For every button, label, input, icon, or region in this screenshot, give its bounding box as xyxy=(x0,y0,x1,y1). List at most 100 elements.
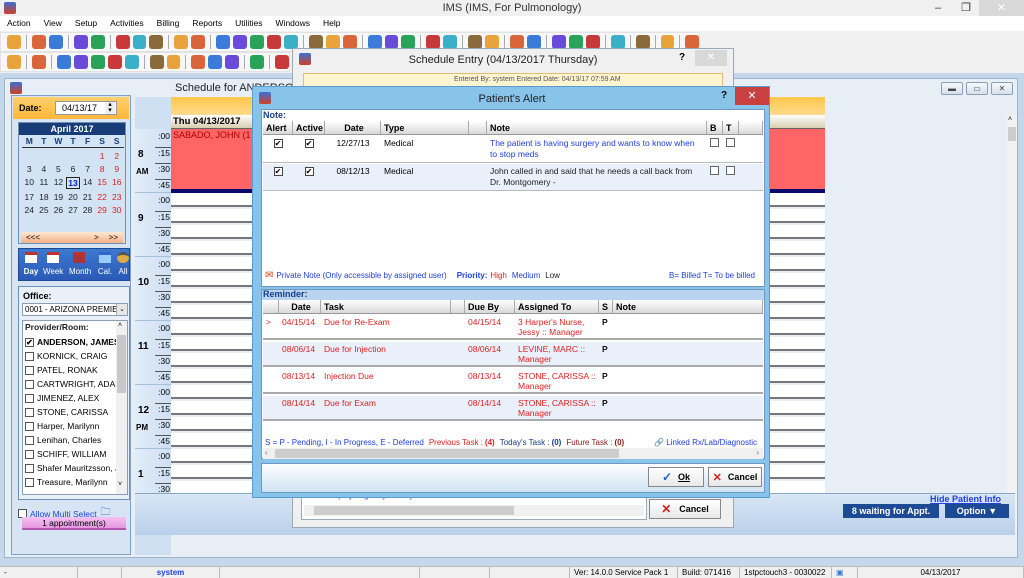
note-row[interactable]: ✔ ✔ 08/12/13 Medical John called in and said… xyxy=(263,164,763,191)
hide-patient-info-link[interactable]: Hide Patient Info xyxy=(930,494,1001,504)
to-be-billed-checkbox[interactable] xyxy=(726,166,735,175)
lab-result-icon[interactable] xyxy=(443,35,458,49)
cancel-button[interactable]: ✕ Cancel xyxy=(708,467,762,487)
view-week-button[interactable]: Week xyxy=(43,251,63,280)
calendar-day[interactable]: 30 xyxy=(109,205,124,215)
calendar-day[interactable]: 28 xyxy=(80,205,95,215)
previous-task-count[interactable]: (4) xyxy=(485,438,495,447)
calendar-day[interactable]: 12 xyxy=(51,177,66,189)
refresh-icon[interactable] xyxy=(191,55,206,69)
provider-checkbox[interactable] xyxy=(25,449,34,459)
col-note[interactable]: Note xyxy=(613,300,763,313)
menu-billing[interactable]: Billing xyxy=(150,16,186,31)
calendar-day[interactable]: 27 xyxy=(66,205,81,215)
image-icon[interactable] xyxy=(342,35,357,49)
provider-scroll-thumb[interactable] xyxy=(117,335,126,393)
active-checkbox[interactable]: ✔ xyxy=(304,167,314,176)
help-icon[interactable] xyxy=(250,55,265,69)
calendar-day[interactable]: 9 xyxy=(109,164,124,174)
col-date[interactable]: Date xyxy=(279,300,321,313)
help-icon[interactable] xyxy=(635,35,650,49)
billed-checkbox[interactable] xyxy=(710,138,719,147)
active-checkbox[interactable]: ✔ xyxy=(304,139,314,148)
provider-item[interactable]: SCHIFF, WILLIAM xyxy=(25,447,117,461)
calendar-day[interactable]: 21 xyxy=(80,192,95,202)
hscroll-thumb[interactable] xyxy=(314,506,514,515)
folder-icon[interactable] xyxy=(73,35,88,49)
provider-checkbox[interactable]: ✔ xyxy=(25,337,34,347)
calendar-day-selected[interactable]: 13 xyxy=(65,177,81,189)
note-icon[interactable] xyxy=(191,35,206,49)
billing-2-icon[interactable] xyxy=(233,35,248,49)
dialog-help-button[interactable]: ? xyxy=(721,90,727,101)
doc-icon[interactable] xyxy=(610,35,625,49)
calendar-day[interactable]: 14 xyxy=(80,177,95,189)
provider-checkbox[interactable] xyxy=(25,365,34,375)
view-all-button[interactable]: All xyxy=(115,251,131,280)
calendar-prev-year-button[interactable]: << xyxy=(26,232,35,243)
col-assigned-to[interactable]: Assigned To xyxy=(515,300,599,313)
office-select[interactable]: 0001 - ARIZONA PREMIER ⌄ xyxy=(22,303,128,316)
prev-icon[interactable] xyxy=(73,55,88,69)
calendar-day[interactable]: 4 xyxy=(37,164,52,174)
scroll-right-icon[interactable]: › xyxy=(756,448,759,457)
future-task-count[interactable]: (0) xyxy=(614,438,624,447)
schedule-entry-close-button[interactable]: ✕ xyxy=(695,50,727,66)
provider-checkbox[interactable] xyxy=(25,435,34,445)
provider-item[interactable]: Shafer Mauritzsson, Ja xyxy=(25,461,117,475)
col-active[interactable]: Active xyxy=(293,121,325,134)
schedule-entry-help-button[interactable]: ? xyxy=(679,52,685,63)
scanner-icon[interactable] xyxy=(31,55,46,69)
view-day-button[interactable]: Day xyxy=(21,251,41,280)
calendar-day[interactable]: 1 xyxy=(95,151,110,161)
provider-checkbox[interactable] xyxy=(25,421,34,431)
menu-setup[interactable]: Setup xyxy=(68,16,103,31)
fax-icon[interactable] xyxy=(367,35,382,49)
to-be-billed-checkbox[interactable] xyxy=(726,138,735,147)
close-button[interactable]: ✕ xyxy=(979,0,1024,16)
patient-card-icon[interactable] xyxy=(149,55,164,69)
mail-icon[interactable] xyxy=(384,35,399,49)
provider-checkbox[interactable] xyxy=(25,351,34,361)
calendar-day[interactable]: 18 xyxy=(37,192,52,202)
calendar-day[interactable]: 15 xyxy=(95,177,110,189)
clipboard-icon[interactable] xyxy=(166,55,181,69)
lab-order-icon[interactable] xyxy=(426,35,441,49)
billing-icon[interactable] xyxy=(216,35,231,49)
edit-doc-icon[interactable] xyxy=(585,35,600,49)
document-icon[interactable] xyxy=(174,35,189,49)
col-billed[interactable]: B xyxy=(707,121,723,134)
col-date[interactable]: Date xyxy=(325,121,381,134)
calendar-day[interactable]: 10 xyxy=(22,177,37,189)
provider-item[interactable]: CARTWRIGHT, ADAM xyxy=(25,377,117,391)
reminder-row[interactable]: >04/15/14 Due for Re-Exam 04/15/14 3 Harper… xyxy=(263,315,763,340)
calendar-day[interactable]: 20 xyxy=(66,192,81,202)
menu-help[interactable]: Help xyxy=(316,16,346,31)
lab-flask-icon[interactable] xyxy=(132,35,147,49)
reminder-row[interactable]: 08/14/14 Due for Exam 08/14/14 STONE, CARIS… xyxy=(263,396,763,421)
calendar-day[interactable]: 5 xyxy=(51,164,66,174)
first-icon[interactable] xyxy=(56,55,71,69)
settings-icon[interactable] xyxy=(225,55,240,69)
alert-checkbox[interactable]: ✔ xyxy=(273,167,283,176)
provider-item[interactable]: Harper, Marilynn xyxy=(25,419,117,433)
provider-item[interactable]: ✔ ANDERSON, JAMES xyxy=(25,335,117,349)
note-row[interactable]: ✔ ✔ 12/27/13 Medical The patient is having s… xyxy=(263,136,763,163)
schedule-minimize-button[interactable]: ▬ xyxy=(941,82,963,95)
waiting-for-appt-button[interactable]: 8 waiting for Appt. xyxy=(843,504,939,518)
schedule-scrollbar[interactable]: ˄ ˅ xyxy=(1007,115,1017,533)
calendar-day[interactable]: 17 xyxy=(22,192,37,202)
date-spinner[interactable]: ▴ ▾ xyxy=(105,101,115,114)
schedule-entry-hscroll[interactable] xyxy=(304,505,644,516)
scroll-up-icon[interactable]: ˄ xyxy=(118,322,122,329)
calendar-day[interactable]: 24 xyxy=(22,205,37,215)
calendar-day[interactable]: 29 xyxy=(95,205,110,215)
schedule-scroll-thumb[interactable] xyxy=(1008,127,1016,141)
calendar-icon[interactable] xyxy=(124,55,139,69)
calendar-grid-icon[interactable] xyxy=(308,35,323,49)
calendar-day[interactable]: 19 xyxy=(51,192,66,202)
provider-item[interactable]: PATEL, RONAK xyxy=(25,363,117,377)
menu-utilities[interactable]: Utilities xyxy=(228,16,268,31)
report-icon[interactable] xyxy=(250,35,264,49)
scroll-down-icon[interactable]: ˅ xyxy=(118,481,122,488)
